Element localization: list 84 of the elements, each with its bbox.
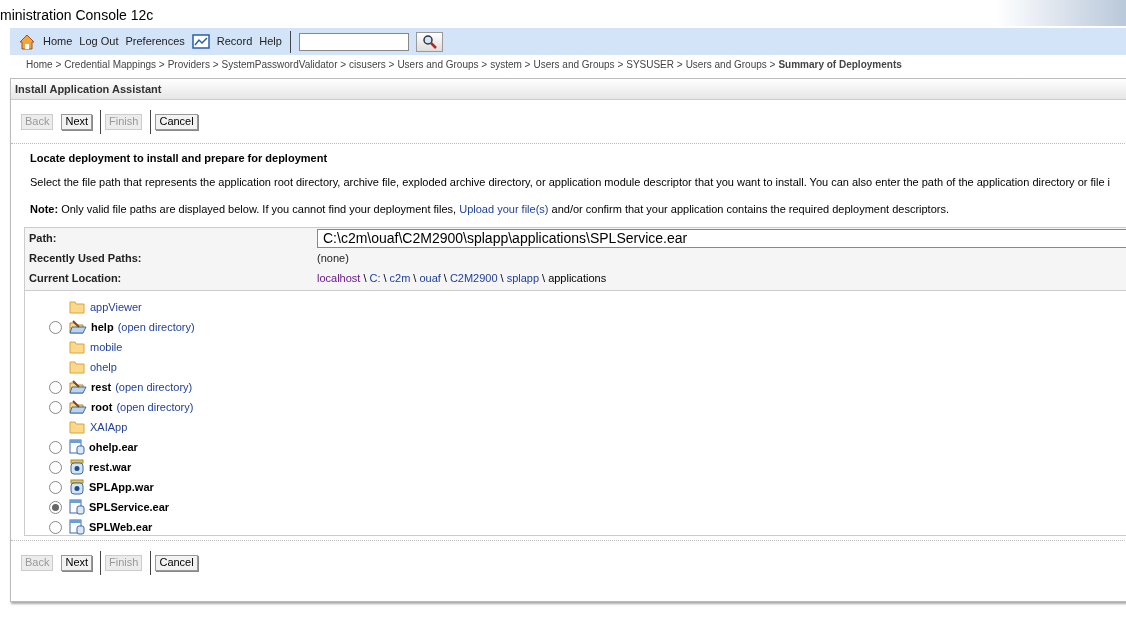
nav-link[interactable]: Preferences xyxy=(125,33,185,50)
location-link[interactable]: splapp xyxy=(506,269,540,287)
field-label: Current Location: xyxy=(28,270,123,286)
path-separator: \ xyxy=(413,270,417,286)
breadcrumb-link[interactable]: Providers > xyxy=(167,56,219,72)
file-name: ohelp.ear xyxy=(89,439,138,455)
archive-icon xyxy=(69,499,85,515)
radio-button[interactable] xyxy=(49,520,62,534)
note-text: Note: Only valid file paths are displayed below. If you cannot find your deployment files, Upload your file(s) and/or confirm that your application contains the required deployment descriptors. xyxy=(30,201,950,217)
nav-link[interactable]: Record xyxy=(216,33,253,50)
breadcrumb-link[interactable]: Credential Mappings > xyxy=(64,56,165,72)
path-separator: \ xyxy=(383,270,387,286)
folder-icon xyxy=(69,399,87,415)
field-label: Path: xyxy=(28,230,58,246)
location-link[interactable]: localhost xyxy=(317,269,361,287)
breadcrumb-link[interactable]: cisusers > xyxy=(349,56,395,72)
nav-link[interactable]: Log Out xyxy=(79,33,119,50)
archive-icon xyxy=(69,519,85,535)
wizard-button[interactable]: Cancel xyxy=(155,113,198,130)
file-name: help xyxy=(91,319,114,335)
location-link[interactable]: ouaf xyxy=(419,269,441,287)
breadcrumb-link[interactable]: Users and Groups > xyxy=(397,56,488,72)
file-name: SPLService.ear xyxy=(89,499,170,515)
folder-icon xyxy=(69,339,86,355)
location-link[interactable]: C2M2900 xyxy=(449,269,498,287)
path-separator: \ xyxy=(542,270,546,286)
file-name: SPLWeb.ear xyxy=(89,519,153,535)
breadcrumb-link[interactable]: Users and Groups > xyxy=(533,56,624,72)
open-directory-link[interactable]: (open directory) xyxy=(116,398,194,416)
path-separator: \ xyxy=(363,270,367,286)
window-title: ministration Console 12c xyxy=(0,6,154,25)
breadcrumb-link[interactable]: Users and Groups > xyxy=(685,56,776,72)
field-value: (none) xyxy=(317,250,349,266)
panel-title: Install Application Assistant xyxy=(11,79,1126,100)
file-name: rest xyxy=(91,379,112,395)
folder-icon xyxy=(69,319,87,335)
breadcrumb-link[interactable]: SystemPasswordValidator > xyxy=(221,56,347,72)
breadcrumb-link[interactable]: Home > xyxy=(26,56,62,72)
breadcrumb-link[interactable]: SYSUSER > xyxy=(626,56,683,72)
folder-icon xyxy=(69,419,86,435)
wizard-button[interactable]: Next xyxy=(61,554,93,571)
folder-link[interactable]: ohelp xyxy=(90,358,117,376)
location-text: applications xyxy=(548,270,607,286)
file-name: rest.war xyxy=(89,459,132,475)
radio-button[interactable] xyxy=(49,500,62,514)
radio-button[interactable] xyxy=(49,400,62,414)
nav-link[interactable]: Home xyxy=(43,33,73,50)
search-icon xyxy=(421,34,437,49)
section-heading: Locate deployment to install and prepare for deployment xyxy=(30,151,329,166)
nav-link[interactable]: Help xyxy=(259,33,282,50)
jar-icon xyxy=(69,459,85,475)
wizard-button[interactable]: Cancel xyxy=(155,554,198,571)
folder-link[interactable]: mobile xyxy=(90,338,123,356)
open-directory-link[interactable]: (open directory) xyxy=(117,318,195,336)
archive-icon xyxy=(69,439,85,455)
description-text: Select the file path that represents the application root directory, archive file, exploded archive directory, or application module descriptor that you want to install. You can also enter the path of the application directory or file i xyxy=(30,175,1112,190)
home-icon xyxy=(18,32,36,51)
radio-button[interactable] xyxy=(49,480,62,494)
jar-icon xyxy=(69,479,85,495)
radio-button[interactable] xyxy=(49,380,62,394)
folder-icon xyxy=(69,299,86,315)
folder-icon xyxy=(69,379,87,395)
radio-button[interactable] xyxy=(49,440,62,454)
folder-link[interactable]: XAIApp xyxy=(90,418,128,436)
chart-icon xyxy=(191,33,210,50)
field-label: Recently Used Paths: xyxy=(28,250,143,266)
breadcrumb-link[interactable]: Summary of Deployments xyxy=(778,56,902,72)
radio-button[interactable] xyxy=(49,320,62,334)
wizard-button[interactable]: Next xyxy=(61,113,93,130)
path-separator: \ xyxy=(443,270,447,286)
search-field[interactable] xyxy=(298,32,409,51)
breadcrumb-link[interactable]: system > xyxy=(490,56,531,72)
file-name: root xyxy=(91,399,113,415)
open-directory-link[interactable]: (open directory) xyxy=(115,378,193,396)
path-field[interactable]: C:\c2m\ouaf\C2M2900\splapp\applications\SPLService.ear xyxy=(317,228,1126,248)
path-separator: \ xyxy=(500,270,504,286)
radio-button[interactable] xyxy=(49,460,62,474)
file-name: SPLApp.war xyxy=(89,479,154,495)
upload-link[interactable]: Upload your file(s) xyxy=(459,202,549,215)
folder-link[interactable]: appViewer xyxy=(90,298,142,316)
location-link[interactable]: c2m xyxy=(389,269,411,287)
search-button[interactable] xyxy=(415,31,443,52)
folder-icon xyxy=(69,359,86,375)
location-link[interactable]: C: xyxy=(369,269,381,287)
